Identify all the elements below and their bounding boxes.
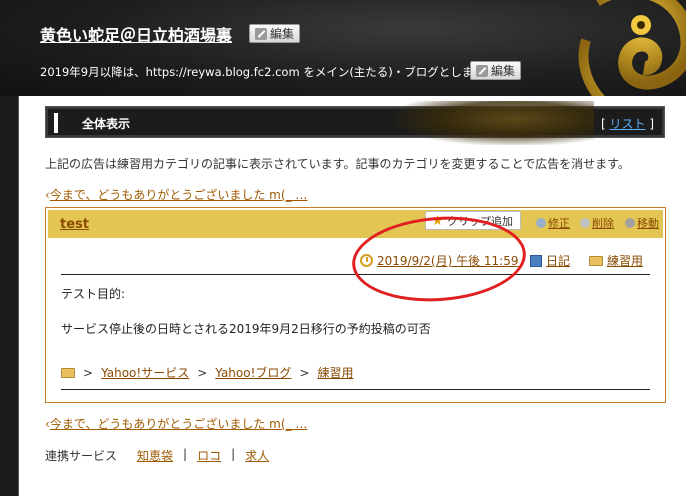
delete-entry-label: 削除 bbox=[592, 217, 614, 230]
folder-icon bbox=[589, 255, 603, 266]
breadcrumb-sep: > bbox=[83, 365, 94, 380]
breadcrumb-sep: > bbox=[299, 365, 310, 380]
breadcrumb-yahoo-blog[interactable]: Yahoo!ブログ bbox=[215, 364, 291, 381]
service-link-jobs[interactable]: 求人 bbox=[245, 447, 269, 464]
folder-icon bbox=[61, 367, 75, 378]
prev-article-link-top[interactable]: ‹今まで、どうもありがとうございました m(_ … bbox=[45, 186, 307, 203]
edit-description-label: 編集 bbox=[491, 64, 516, 78]
prev-article-label: 今まで、どうもありがとうございました m(_ … bbox=[49, 417, 308, 431]
delete-entry-link[interactable]: 削除 bbox=[580, 215, 614, 231]
category-practice-label: 練習用 bbox=[607, 254, 644, 268]
entry-divider-bottom bbox=[61, 389, 650, 390]
prev-article-label: 今まで、どうもありがとうございました m(_ … bbox=[49, 188, 308, 202]
service-link-loco[interactable]: ロコ bbox=[197, 447, 221, 464]
category-diary-link[interactable]: 日記 bbox=[530, 252, 570, 269]
service-sep: | bbox=[231, 447, 236, 461]
breadcrumb-practice[interactable]: 練習用 bbox=[317, 364, 353, 381]
pencil-icon bbox=[476, 64, 488, 77]
partner-services: 連携サービス 知恵袋 | ロコ | 求人 bbox=[45, 447, 269, 464]
view-mode-title: 全体表示 bbox=[82, 117, 131, 131]
bracket-open: [ bbox=[600, 117, 606, 131]
blog-title[interactable]: 黄色い蛇足＠日立柏酒場裏 bbox=[40, 22, 232, 46]
breadcrumb-yahoo-services[interactable]: Yahoo!サービス bbox=[101, 364, 189, 381]
pencil-icon bbox=[255, 27, 267, 40]
service-sep: | bbox=[183, 447, 188, 461]
entry-header: test クリップ追加 修正 削除 移動 bbox=[48, 210, 663, 238]
service-link-chiebukuro[interactable]: 知恵袋 bbox=[137, 447, 173, 464]
bracket-close: ] bbox=[649, 117, 654, 131]
move-entry-label: 移動 bbox=[637, 217, 659, 230]
dragon-ornament-icon bbox=[578, 0, 686, 96]
blog-description: 2019年9月以降は、https://reywa.blog.fc2.com をメ… bbox=[40, 65, 496, 79]
blog-entry: test クリップ追加 修正 削除 移動 2019/9/2(月) 午後 11:5… bbox=[45, 207, 666, 403]
partner-services-label: 連携サービス bbox=[45, 449, 118, 463]
blog-header: 黄色い蛇足＠日立柏酒場裏 編集 2019年9月以降は、https://reywa… bbox=[0, 0, 686, 96]
edit-title-button[interactable]: 編集 bbox=[249, 24, 301, 43]
edit-description-button[interactable]: 編集 bbox=[470, 61, 522, 80]
entry-body-line-1: テスト目的: bbox=[61, 287, 126, 301]
dragon-banner-icon bbox=[394, 101, 594, 145]
view-mode-bar: 全体表示 [ リスト ] bbox=[45, 101, 665, 145]
edit-icon bbox=[536, 218, 546, 228]
list-view-link[interactable]: リスト bbox=[609, 117, 645, 131]
edit-title-label: 編集 bbox=[270, 27, 295, 41]
move-icon bbox=[625, 218, 635, 228]
list-view-link-wrap: [ リスト ] bbox=[601, 115, 654, 132]
ad-notice: 上記の広告は練習用カテゴリの記事に表示されています。記事のカテゴリを変更すること… bbox=[45, 157, 630, 171]
category-diary-label: 日記 bbox=[546, 254, 571, 268]
edit-entry-link[interactable]: 修正 bbox=[536, 215, 570, 231]
prev-article-link-bottom[interactable]: ‹今まで、どうもありがとうございました m(_ … bbox=[45, 415, 307, 432]
delete-icon bbox=[580, 218, 590, 228]
move-entry-link[interactable]: 移動 bbox=[625, 215, 659, 231]
entry-title[interactable]: test bbox=[60, 217, 89, 232]
breadcrumb-sep: > bbox=[197, 365, 208, 380]
entry-body-line-2: サービス停止後の日時とされる2019年9月2日移行の予約投稿の可否 bbox=[61, 322, 431, 336]
category-practice-link[interactable]: 練習用 bbox=[589, 252, 643, 269]
book-icon bbox=[530, 254, 542, 267]
edit-entry-label: 修正 bbox=[548, 217, 570, 230]
breadcrumb: > Yahoo!サービス > Yahoo!ブログ > 練習用 bbox=[61, 364, 353, 381]
